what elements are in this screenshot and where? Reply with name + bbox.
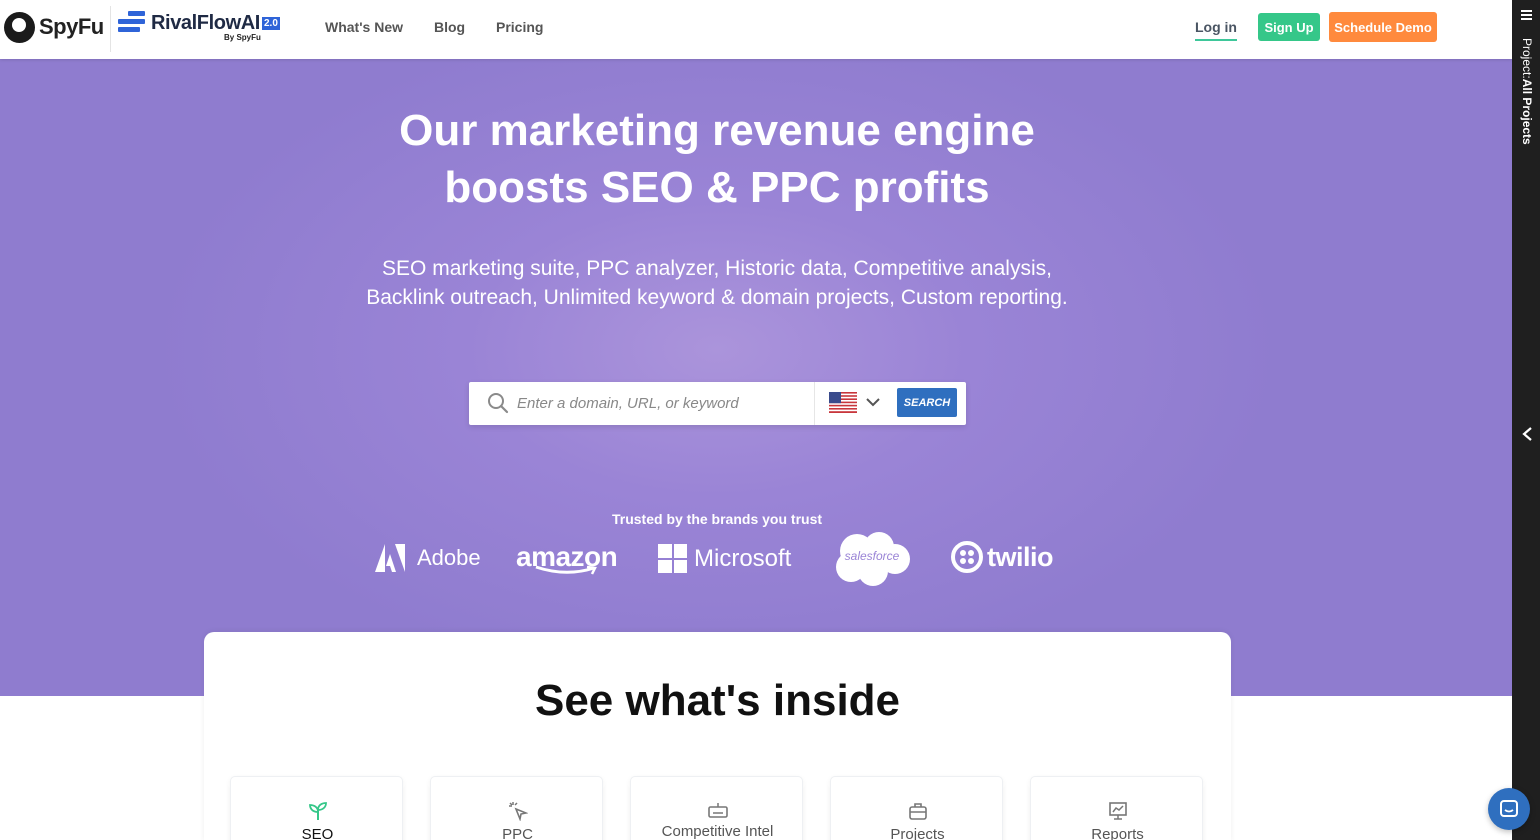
- tab-competitive-intel[interactable]: Competitive Intel: [630, 776, 803, 840]
- project-name: All Projects: [1520, 78, 1534, 145]
- nav-whats-new[interactable]: What's New: [325, 19, 403, 35]
- hero-subtitle: SEO marketing suite, PPC analyzer, Histo…: [366, 257, 1068, 309]
- search-input[interactable]: [515, 382, 811, 425]
- search-bar: SEARCH: [469, 382, 966, 425]
- tab-ppc-label: PPC: [502, 826, 533, 840]
- rivalflow-logo-text: RivalFlowAI: [151, 12, 260, 34]
- us-flag-icon: [829, 392, 857, 413]
- salesforce-logo: salesforce: [833, 531, 911, 587]
- nav-blog[interactable]: Blog: [434, 19, 465, 35]
- side-panel: Project:All Projects: [1512, 0, 1540, 840]
- hero-title: Our marketing revenue engine boosts SEO …: [0, 102, 1434, 216]
- microsoft-logo-text: Microsoft: [694, 544, 792, 572]
- chart-board-icon: [1109, 802, 1127, 820]
- logo-divider: [110, 6, 111, 52]
- tab-seo[interactable]: SEO: [230, 776, 403, 840]
- tab-projects[interactable]: Projects: [830, 776, 1003, 840]
- chat-launcher-button[interactable]: [1488, 788, 1530, 830]
- keyboard-icon: [708, 803, 728, 818]
- spyfu-mark-icon: [4, 11, 35, 43]
- inside-title: See what's inside: [534, 676, 901, 725]
- menu-icon[interactable]: [1521, 10, 1532, 20]
- nav-pricing[interactable]: Pricing: [496, 19, 543, 35]
- rivalflow-by-text: By SpyFu: [224, 33, 261, 42]
- spyfu-logo[interactable]: SpyFu: [4, 10, 104, 44]
- amazon-logo: amazon: [516, 541, 618, 575]
- tab-seo-label: SEO: [301, 826, 334, 840]
- project-prefix: Project:: [1520, 38, 1534, 79]
- top-navigation-bar: SpyFu RivalFlowAI 2.0 By SpyFu What's Ne…: [0, 0, 1512, 59]
- tab-projects-label: Projects: [890, 826, 945, 840]
- hero-title-line-1: Our marketing revenue engine: [399, 106, 1035, 155]
- twilio-mark-icon: [951, 541, 983, 573]
- adobe-mark-icon: [375, 544, 405, 572]
- salesforce-logo-text: salesforce: [844, 549, 900, 563]
- project-selector[interactable]: Project:All Projects: [1520, 38, 1534, 145]
- trusted-brands-label: Trusted by the brands you trust: [611, 511, 823, 527]
- search-button[interactable]: SEARCH: [897, 388, 957, 417]
- sprout-icon: [309, 802, 327, 820]
- signup-button[interactable]: Sign Up: [1258, 13, 1320, 41]
- adobe-logo-text: Adobe: [417, 545, 481, 570]
- tab-reports[interactable]: Reports: [1030, 776, 1203, 840]
- spyfu-logo-text: SpyFu: [39, 14, 104, 39]
- twilio-logo-text: twilio: [987, 541, 1054, 572]
- chevron-left-icon[interactable]: [1521, 426, 1533, 442]
- search-icon: [488, 393, 509, 414]
- microsoft-mark-icon: [658, 544, 687, 573]
- tab-ppc[interactable]: PPC: [430, 776, 603, 840]
- hero-section: Our marketing revenue engine boosts SEO …: [0, 59, 1512, 696]
- country-select[interactable]: [814, 382, 891, 425]
- rivalflow-mark-icon: [118, 11, 145, 36]
- chat-icon: [1500, 800, 1518, 817]
- login-link[interactable]: Log in: [1195, 19, 1237, 41]
- briefcase-icon: [909, 803, 927, 820]
- twilio-logo: twilio: [951, 540, 1054, 574]
- chevron-down-icon: [866, 398, 880, 407]
- tab-competitive-intel-label: Competitive Intel: [661, 823, 774, 840]
- see-whats-inside-section: See what's inside SEO PPC Competitive In…: [204, 632, 1231, 840]
- rivalflow-version-badge: 2.0: [262, 17, 280, 30]
- microsoft-logo: Microsoft: [658, 543, 791, 574]
- amazon-smile-icon: [535, 565, 597, 575]
- hero-title-line-2: boosts SEO & PPC profits: [444, 163, 990, 212]
- click-cursor-icon: [509, 802, 528, 821]
- tab-reports-label: Reports: [1091, 826, 1144, 840]
- adobe-logo: Adobe: [375, 543, 481, 573]
- schedule-demo-button[interactable]: Schedule Demo: [1329, 12, 1437, 42]
